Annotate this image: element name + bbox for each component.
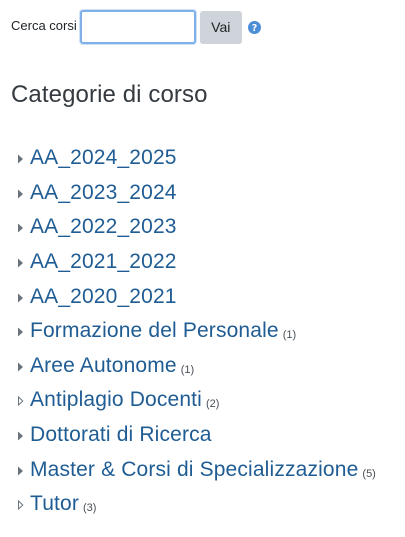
svg-text:?: ? xyxy=(251,23,257,34)
category-item: AA_2022_2023 xyxy=(16,210,376,245)
page-title: Categorie di corso xyxy=(11,81,208,108)
caret-right-outline-icon[interactable] xyxy=(16,498,25,511)
category-item: Antiplagio Docenti (2) xyxy=(16,383,376,418)
category-link[interactable]: Aree Autonome xyxy=(30,354,177,378)
caret-right-icon[interactable] xyxy=(16,221,25,233)
category-item: Aree Autonome (1) xyxy=(16,349,376,384)
category-item: AA_2023_2024 xyxy=(16,176,376,211)
category-link[interactable]: Tutor xyxy=(30,492,79,516)
category-link[interactable]: AA_2024_2025 xyxy=(30,146,177,170)
caret-right-icon[interactable] xyxy=(16,464,25,476)
caret-right-icon[interactable] xyxy=(16,429,25,441)
course-count: (3) xyxy=(82,502,97,515)
category-link[interactable]: Formazione del Personale xyxy=(30,319,279,343)
course-count: (1) xyxy=(282,329,297,342)
caret-right-icon[interactable] xyxy=(16,152,25,164)
category-item: Formazione del Personale (1) xyxy=(16,314,376,349)
course-count: (2) xyxy=(205,398,220,411)
category-link[interactable]: AA_2023_2024 xyxy=(30,181,177,205)
category-list: AA_2024_2025 AA_2023_2024 AA_2022_2023 AA_2… xyxy=(16,141,376,522)
category-link[interactable]: AA_2021_2022 xyxy=(30,250,177,274)
category-item: AA_2020_2021 xyxy=(16,279,376,314)
category-item: Dottorati di Ricerca xyxy=(16,418,376,453)
search-input[interactable] xyxy=(79,10,196,44)
caret-right-icon[interactable] xyxy=(16,187,25,199)
caret-right-icon[interactable] xyxy=(16,291,25,303)
course-search-form: Cerca corsi Vai ? xyxy=(11,10,261,44)
category-link[interactable]: Antiplagio Docenti xyxy=(30,388,202,412)
category-item: Tutor (3) xyxy=(16,487,376,522)
category-link[interactable]: Dottorati di Ricerca xyxy=(30,423,212,447)
category-item: AA_2024_2025 xyxy=(16,141,376,176)
caret-right-icon[interactable] xyxy=(16,360,25,372)
search-label: Cerca corsi xyxy=(11,17,77,33)
category-item: Master & Corsi di Specializzazione (5) xyxy=(16,452,376,487)
category-link[interactable]: AA_2022_2023 xyxy=(30,215,177,239)
caret-right-icon[interactable] xyxy=(16,325,25,337)
search-button[interactable]: Vai xyxy=(199,10,242,44)
course-count: (1) xyxy=(180,363,195,376)
category-item: AA_2021_2022 xyxy=(16,245,376,280)
category-link[interactable]: AA_2020_2021 xyxy=(30,285,177,309)
course-count: (5) xyxy=(362,467,376,480)
caret-right-icon[interactable] xyxy=(16,256,25,268)
caret-right-outline-icon[interactable] xyxy=(16,394,25,407)
question-circle-icon[interactable]: ? xyxy=(247,20,261,34)
category-link[interactable]: Master & Corsi di Specializzazione xyxy=(30,458,358,482)
